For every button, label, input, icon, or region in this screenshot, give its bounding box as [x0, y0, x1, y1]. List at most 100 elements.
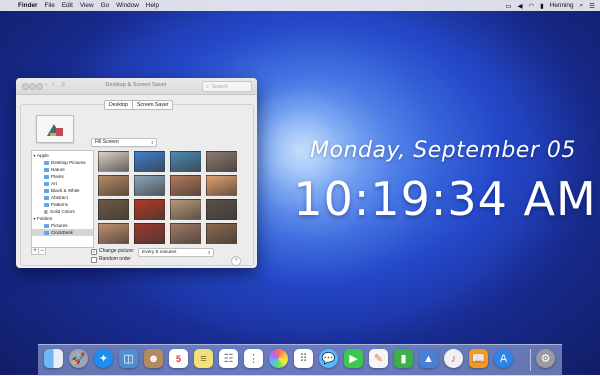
- wifi-icon[interactable]: ◠: [528, 2, 534, 10]
- zoom-button[interactable]: [36, 83, 43, 90]
- random-order-checkbox[interactable]: [91, 256, 97, 263]
- random-order-label: Random order: [99, 256, 131, 262]
- wallpaper-grid: [98, 151, 238, 245]
- wallpaper-thumbnail[interactable]: [170, 151, 201, 172]
- minimize-button[interactable]: [29, 83, 36, 90]
- finder-icon[interactable]: [44, 349, 63, 368]
- volume-icon[interactable]: ◀: [517, 2, 522, 10]
- change-picture-label: Change picture:: [99, 248, 135, 254]
- sidebar-group-folders[interactable]: ▼Folders: [32, 215, 93, 222]
- fill-mode-select[interactable]: Fill Screen ⇕: [91, 138, 157, 147]
- sidebar-item-abstract[interactable]: Abstract: [32, 194, 93, 201]
- folder-icon: [44, 195, 49, 200]
- wallpaper-thumbnail[interactable]: [98, 199, 129, 220]
- wallpaper-thumbnail[interactable]: [170, 199, 201, 220]
- folder-icon: [44, 174, 49, 179]
- keynote-icon[interactable]: ▲: [419, 349, 438, 368]
- sidebar-item-pictures[interactable]: Pictures: [32, 222, 93, 229]
- sidebar-item-plants[interactable]: Plants: [32, 173, 93, 180]
- messages-icon[interactable]: 💬: [319, 349, 338, 368]
- ibooks-icon[interactable]: 📖: [469, 349, 488, 368]
- change-picture-row: ✓ Change picture:: [91, 248, 134, 255]
- wallpaper-thumbnail[interactable]: [170, 223, 201, 244]
- search-placeholder: Search: [211, 83, 228, 90]
- wallpaper-thumbnail[interactable]: [98, 223, 129, 244]
- sidebar-item-solid-colors[interactable]: Solid Colors: [32, 208, 93, 215]
- preview-icon[interactable]: ◫: [119, 349, 138, 368]
- tab-bar: Desktop Screen Saver: [104, 100, 174, 110]
- sidebar-item-patterns[interactable]: Patterns: [32, 201, 93, 208]
- tab-desktop[interactable]: Desktop: [104, 100, 134, 110]
- menu-go[interactable]: Go: [101, 2, 110, 9]
- dock: 🚀 ✦ ◫ ☻ 5 ≡ ☷ ⋮ ⠿ 💬 ▶ ✎ ▮ ▲ ♪ 📖 A ⚙: [38, 344, 562, 376]
- forward-arrow-icon[interactable]: ›: [52, 82, 54, 88]
- wallpaper-thumbnail[interactable]: [134, 151, 165, 172]
- wallpaper-thumbnail[interactable]: [134, 199, 165, 220]
- calendar-icon[interactable]: 5: [169, 349, 188, 368]
- sidebar-group-apple[interactable]: ▼Apple: [32, 152, 93, 159]
- launchpad-icon[interactable]: 🚀: [69, 349, 88, 368]
- interval-select[interactable]: Every 5 minutes ⇕: [138, 248, 214, 257]
- menu-edit[interactable]: Edit: [62, 2, 73, 9]
- photos-icon[interactable]: [269, 349, 288, 368]
- menu-finder[interactable]: Finder: [18, 2, 38, 9]
- wallpaper-thumbnail[interactable]: [206, 223, 237, 244]
- battery-icon[interactable]: ▮: [540, 2, 544, 10]
- sidebar-item-nature[interactable]: Nature: [32, 166, 93, 173]
- wallpaper-thumbnail[interactable]: [98, 175, 129, 196]
- help-button[interactable]: ?: [231, 256, 241, 266]
- notes-icon[interactable]: ≡: [194, 349, 213, 368]
- search-icon: ⌕: [206, 83, 209, 90]
- color-wheel-icon: [44, 209, 48, 214]
- facetime-icon[interactable]: ▶: [344, 349, 363, 368]
- contacts-icon[interactable]: ☻: [144, 349, 163, 368]
- close-button[interactable]: [22, 83, 29, 90]
- misc-app-icon[interactable]: ⠿: [294, 349, 313, 368]
- folder-icon: [44, 188, 49, 193]
- safari-icon[interactable]: ✦: [94, 349, 113, 368]
- menu-bar: Finder File Edit View Go Window Help ▭ ◀…: [0, 0, 600, 11]
- folder-icon: [44, 167, 49, 172]
- random-order-row: Random order: [91, 256, 131, 263]
- fill-mode-value: Fill Screen: [95, 139, 119, 145]
- interval-value: Every 5 minutes: [142, 250, 177, 255]
- wallpaper-thumbnail[interactable]: [206, 199, 237, 220]
- title-bar[interactable]: ‹ › ⠿ Desktop & Screen Saver ⌕ Search: [16, 78, 257, 95]
- menu-help[interactable]: Help: [146, 2, 159, 9]
- sidebar-item-black-white[interactable]: Black & White: [32, 187, 93, 194]
- wallpaper-thumbnail[interactable]: [206, 151, 237, 172]
- search-field[interactable]: ⌕ Search: [202, 81, 252, 92]
- user-name[interactable]: Henning: [550, 2, 574, 9]
- itunes-icon[interactable]: ♪: [444, 349, 463, 368]
- remove-folder-button[interactable]: −: [38, 247, 46, 255]
- folder-icon: [44, 202, 49, 207]
- window-title: Desktop & Screen Saver: [105, 82, 167, 88]
- sidebar-item-art[interactable]: Art: [32, 180, 93, 187]
- menu-view[interactable]: View: [80, 2, 94, 9]
- status-area: ▭ ◀ ◠ ▮ Henning ⌕ ☰: [505, 2, 595, 10]
- menu-file[interactable]: File: [45, 2, 55, 9]
- sidebar-item-clockdesk[interactable]: ClockDesk: [32, 229, 93, 236]
- tab-screen-saver[interactable]: Screen Saver: [133, 100, 174, 110]
- system-preferences-icon[interactable]: ⚙: [536, 349, 555, 368]
- wallpaper-thumbnail[interactable]: [134, 175, 165, 196]
- show-all-grid-icon[interactable]: ⠿: [61, 82, 65, 89]
- maps-icon[interactable]: ⋮: [244, 349, 263, 368]
- change-picture-checkbox[interactable]: ✓: [91, 248, 97, 255]
- notification-center-icon[interactable]: ☰: [589, 2, 595, 10]
- clock-time: 10:19:34 AM: [293, 172, 597, 226]
- wallpaper-thumbnail[interactable]: [98, 151, 129, 172]
- menu-window[interactable]: Window: [116, 2, 139, 9]
- wallpaper-thumbnail[interactable]: [170, 175, 201, 196]
- back-arrow-icon[interactable]: ‹: [45, 82, 47, 88]
- dock-separator: [530, 349, 531, 371]
- app-store-icon[interactable]: A: [494, 349, 513, 368]
- pages-icon[interactable]: ✎: [369, 349, 388, 368]
- numbers-icon[interactable]: ▮: [394, 349, 413, 368]
- wallpaper-thumbnail[interactable]: [206, 175, 237, 196]
- search-icon[interactable]: ⌕: [580, 2, 584, 10]
- sidebar-item-desktop-pictures[interactable]: Desktop Pictures: [32, 159, 93, 166]
- wallpaper-thumbnail[interactable]: [134, 223, 165, 244]
- airplay-icon[interactable]: ▭: [505, 2, 511, 10]
- reminders-icon[interactable]: ☷: [219, 349, 238, 368]
